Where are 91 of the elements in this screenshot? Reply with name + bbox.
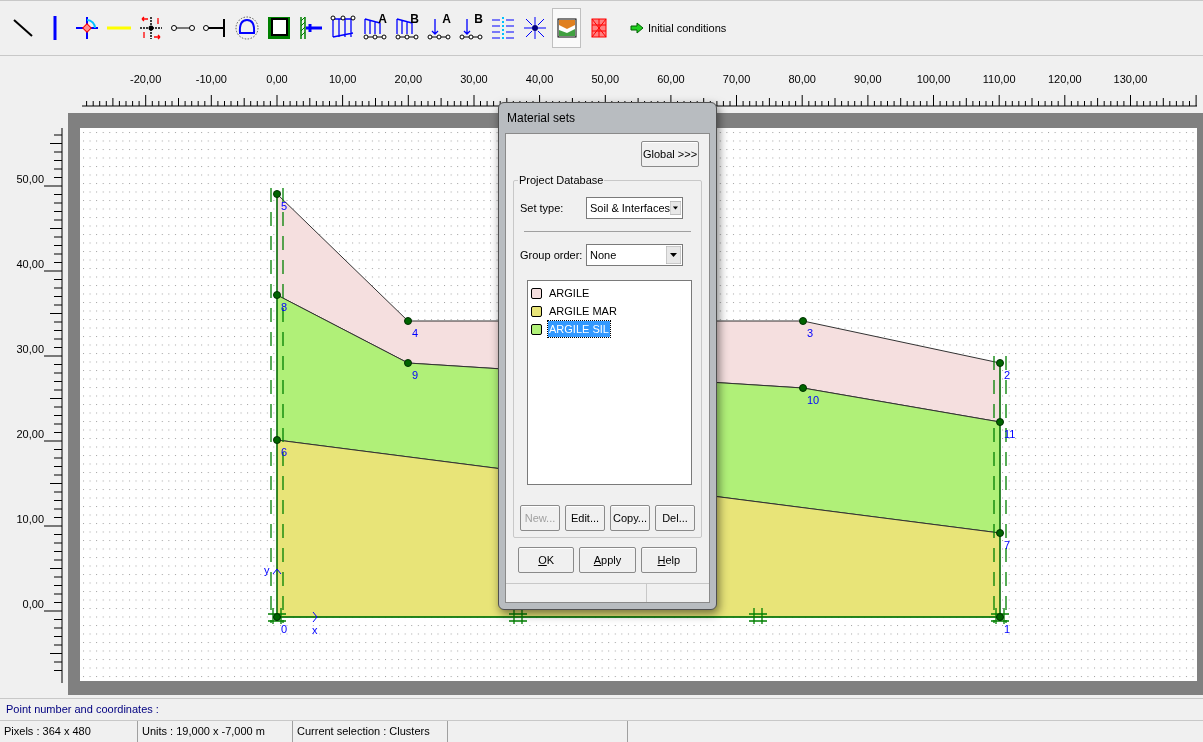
list-action-button[interactable]: Copy... <box>610 505 650 531</box>
point-number: 9 <box>412 369 419 381</box>
list-action-button[interactable]: Edit... <box>565 505 605 531</box>
anchor-icon <box>169 24 196 32</box>
dialog-title: Material sets <box>507 110 576 127</box>
material-list-item[interactable]: ARGILE MAR <box>531 302 688 320</box>
ruler-label: 20,00 <box>16 428 44 440</box>
ruler-label: 120,00 <box>1047 73 1082 85</box>
status-cell: Units : 19,000 x -7,000 m <box>138 721 293 742</box>
point-number: 7 <box>1004 539 1011 551</box>
node-point[interactable] <box>273 291 281 299</box>
tool-button[interactable]: A <box>360 8 389 48</box>
ruler-label: 70,00 <box>722 73 751 85</box>
node-point[interactable] <box>996 529 1004 537</box>
distributed-load-icon <box>329 15 356 41</box>
hinge-icon <box>73 15 100 41</box>
tunnel-icon <box>233 15 260 41</box>
ruler-label: 40,00 <box>16 258 44 270</box>
point-number: 6 <box>281 446 288 458</box>
ruler-label: 30,00 <box>16 343 44 355</box>
group-order-dropdown[interactable]: None <box>586 244 683 266</box>
info-line: Point number and coordinates : <box>6 702 159 718</box>
fixity-mark <box>748 607 768 625</box>
ruler-label: 40,00 <box>525 73 554 85</box>
interface-icon <box>137 15 164 41</box>
wall-icon <box>297 15 324 41</box>
node-point[interactable] <box>996 613 1004 621</box>
dialog-button[interactable]: Help <box>640 547 697 573</box>
ruler-label: 110,00 <box>982 73 1016 85</box>
ruler-label: 20,00 <box>394 73 423 85</box>
ruler-label: 0,00 <box>22 598 44 610</box>
ruler-label: 50,00 <box>16 173 44 185</box>
status-cell: Pixels : 364 x 480 <box>0 721 138 742</box>
ruler-label: 10,00 <box>16 513 44 525</box>
field-label: Group order: <box>520 247 584 263</box>
tool-button[interactable]: A <box>424 8 453 48</box>
ruler-label: 50,00 <box>591 73 619 85</box>
point-number: 5 <box>281 200 288 212</box>
ruler-label: 60,00 <box>657 73 685 85</box>
node-point[interactable] <box>996 418 1004 426</box>
ruler-label: -20,00 <box>130 73 162 85</box>
node-point[interactable] <box>404 359 412 367</box>
geogrid-icon <box>106 26 131 30</box>
point-number: 3 <box>807 327 814 339</box>
ruler-label: -10,00 <box>195 73 227 85</box>
fixity-mark <box>508 607 528 625</box>
fixities-icon <box>265 15 292 41</box>
fixity-mark <box>990 607 1010 625</box>
field-label: Set type: <box>520 200 565 216</box>
node-point[interactable] <box>799 317 807 325</box>
point-number: 0 <box>281 623 288 635</box>
node-point[interactable] <box>996 359 1004 367</box>
dropdown-arrow-icon <box>666 246 681 264</box>
node-point[interactable] <box>404 317 412 325</box>
material-list-item[interactable]: ARGILE <box>531 284 688 302</box>
fixity-mark <box>267 607 287 625</box>
dialog-button[interactable]: OK <box>518 547 575 573</box>
well-icon <box>521 15 548 41</box>
plate-icon <box>52 16 57 40</box>
ruler-label: 30,00 <box>460 73 488 85</box>
node-point[interactable] <box>799 384 807 392</box>
distributed-load-icon <box>393 15 420 41</box>
axis-label: y <box>264 564 270 576</box>
status-cell: Current selection : Clusters <box>293 721 448 742</box>
drain-icon <box>489 15 516 41</box>
axis-label: x <box>312 624 318 636</box>
ruler-label: 90,00 <box>854 73 882 85</box>
dialog-button[interactable]: Apply <box>579 547 636 573</box>
point-number: 4 <box>412 327 419 339</box>
node-point[interactable] <box>273 190 281 198</box>
dropdown-arrow-icon <box>670 199 681 217</box>
distributed-load-icon <box>361 15 388 41</box>
global-button[interactable]: Global >>> <box>641 141 699 167</box>
arrow-right-icon <box>630 22 644 34</box>
point-number: 8 <box>281 301 288 313</box>
ruler-label: 0,00 <box>266 73 288 85</box>
list-action-button[interactable]: Del... <box>655 505 695 531</box>
group-title: Project Database <box>518 173 605 187</box>
tool-button[interactable]: B <box>456 8 485 48</box>
ruler-label: 80,00 <box>788 73 816 85</box>
node-point[interactable] <box>273 436 281 444</box>
point-number: 1 <box>1004 623 1011 635</box>
node-point[interactable] <box>273 613 281 621</box>
ruler-label: 100,00 <box>916 73 951 85</box>
set-type-dropdown[interactable]: Soil & Interfaces <box>586 197 683 219</box>
tool-button[interactable]: B <box>392 8 421 48</box>
point-number: 10 <box>807 394 820 406</box>
point-number: 2 <box>1004 369 1011 381</box>
ruler-label: 130,00 <box>1113 73 1148 85</box>
initial-conditions-button[interactable]: Initial conditions <box>626 12 731 44</box>
ruler-label: 10,00 <box>328 73 357 85</box>
